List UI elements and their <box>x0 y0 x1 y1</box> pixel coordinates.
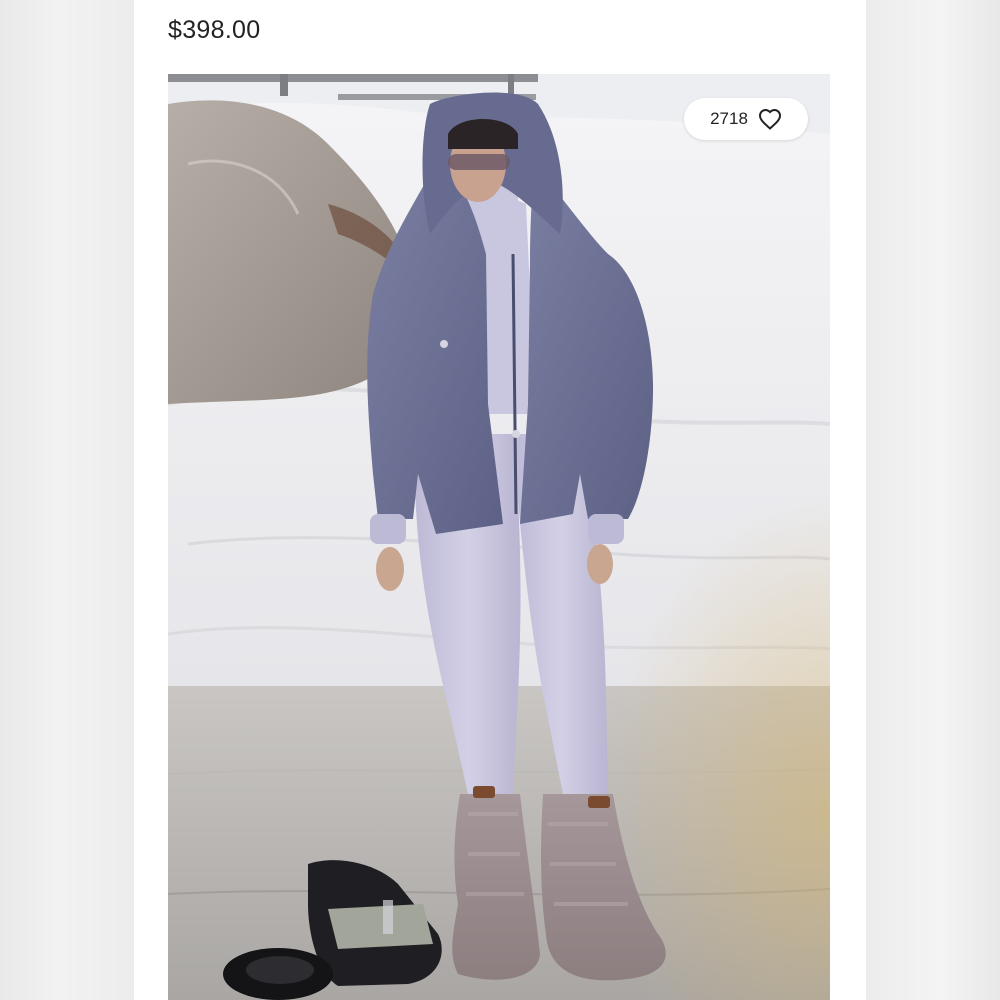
like-count: 2718 <box>710 109 748 128</box>
like-button[interactable]: 2718 <box>684 98 808 140</box>
heart-icon <box>758 108 782 130</box>
listing-price: $398.00 <box>168 16 261 44</box>
product-photo[interactable]: 2718 <box>168 74 830 1000</box>
product-photo-illustration <box>168 74 830 1000</box>
screenshot-stage: $398.00 2718 <box>0 0 1000 1000</box>
